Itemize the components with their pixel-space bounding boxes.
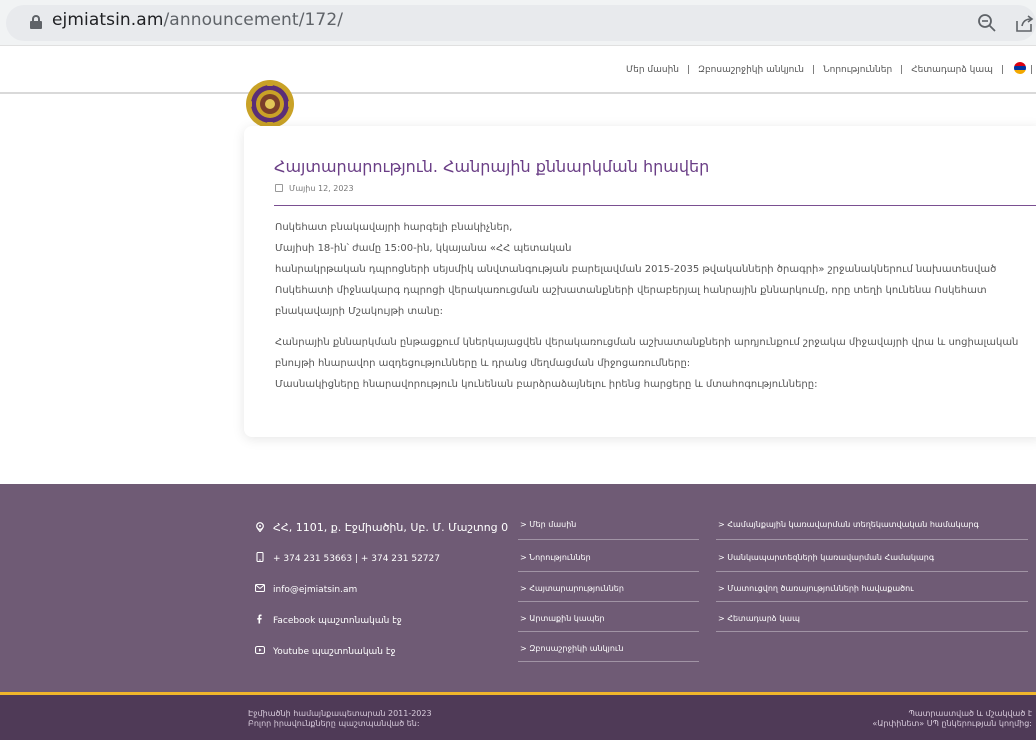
footer-link-divider	[518, 631, 699, 632]
footer-link-news[interactable]: > Նորություններ	[520, 553, 591, 562]
footer-link-divider	[518, 661, 699, 662]
footer-link-services-catalog[interactable]: > Մատուցվող ծառայությունների հավաքածու	[718, 584, 914, 593]
footer-link-about[interactable]: > Մեր մասին	[520, 520, 576, 529]
footer-address: ՀՀ, 1101, ք. Էջմիածին, Սբ. Մ. Մաշտոց 0	[255, 521, 508, 534]
footer-link-divider	[716, 601, 1028, 602]
footer-link-divider	[518, 571, 699, 572]
footer-facebook-link[interactable]: Facebook պաշտոնական էջ	[255, 614, 402, 626]
nav-item-about[interactable]: Մեր մասին	[626, 65, 679, 75]
footer-link-divider	[716, 571, 1028, 572]
location-pin-icon	[256, 522, 264, 532]
footer-link-divider	[518, 601, 699, 602]
footer-link-announcements[interactable]: > Հայտարարություններ	[520, 584, 624, 593]
lock-icon[interactable]	[30, 15, 42, 29]
footer-link-divider	[518, 539, 699, 540]
footer-link-community-management-system[interactable]: > Համայնքային կառավարման տեղեկատվական հա…	[718, 520, 979, 529]
title-divider	[274, 205, 1036, 206]
zoom-icon[interactable]	[976, 12, 998, 34]
site-logo[interactable]	[245, 78, 295, 130]
developer-credit: Պատրաստված և մշակված է «Արփինետ» ՍՊ ընկե…	[872, 709, 1032, 728]
article-paragraph-1: Ոսկեհատ բնակավայրի հարգելի բնակիչներ, Մա…	[275, 222, 997, 317]
footer-link-divider	[716, 539, 1028, 540]
footer-phone: + 374 231 53663 | + 374 231 52727	[255, 552, 440, 564]
page-title: Հայտարարություն. Հանրային քննարկման հրավ…	[274, 157, 710, 176]
calendar-icon	[275, 184, 283, 192]
mail-icon	[255, 583, 265, 593]
footer-link-external-relations[interactable]: > Արտաքին կապեր	[520, 614, 605, 623]
footer-link-kindergarten-system[interactable]: > Սանկապարտեզների կառավարման Համակարգ	[718, 553, 934, 562]
footer-email[interactable]: info@ejmiatsin.am	[255, 583, 357, 595]
browser-toolbar: ejmiatsin.am/announcement/172/	[0, 0, 1036, 46]
armenian-flag-icon[interactable]	[1013, 62, 1026, 74]
top-navigation: Մեր մասին | Զբոսաշրջիկի անկյուն | Նորություն…	[626, 62, 1036, 75]
footer-link-tourist-corner[interactable]: > Զբոսաշրջիկի անկյուն	[520, 644, 623, 653]
youtube-icon	[255, 645, 265, 655]
facebook-icon	[257, 614, 262, 624]
copyright: Էջմիածնի համայնքապետարան 2011-2023 Բոլոր…	[248, 709, 432, 728]
footer-youtube-link[interactable]: Youtube պաշտոնական էջ	[255, 645, 396, 657]
footer-link-contact[interactable]: > Հետադարձ կապ	[718, 614, 800, 623]
share-icon[interactable]	[1014, 12, 1036, 34]
publish-date: Մայիս 12, 2023	[275, 184, 354, 193]
nav-item-news[interactable]: Նորություններ	[823, 65, 892, 75]
article-paragraph-2: Հանրային քննարկման ընթացքում կներկայացվե…	[275, 337, 1019, 390]
nav-item-tourist-corner[interactable]: Զբոսաշրջիկի անկյուն	[698, 65, 804, 75]
footer-link-divider	[716, 631, 1028, 632]
phone-icon	[256, 552, 264, 562]
address-text[interactable]: ejmiatsin.am/announcement/172/	[52, 10, 343, 30]
nav-item-contact[interactable]: Հետադարձ կապ	[911, 65, 993, 75]
